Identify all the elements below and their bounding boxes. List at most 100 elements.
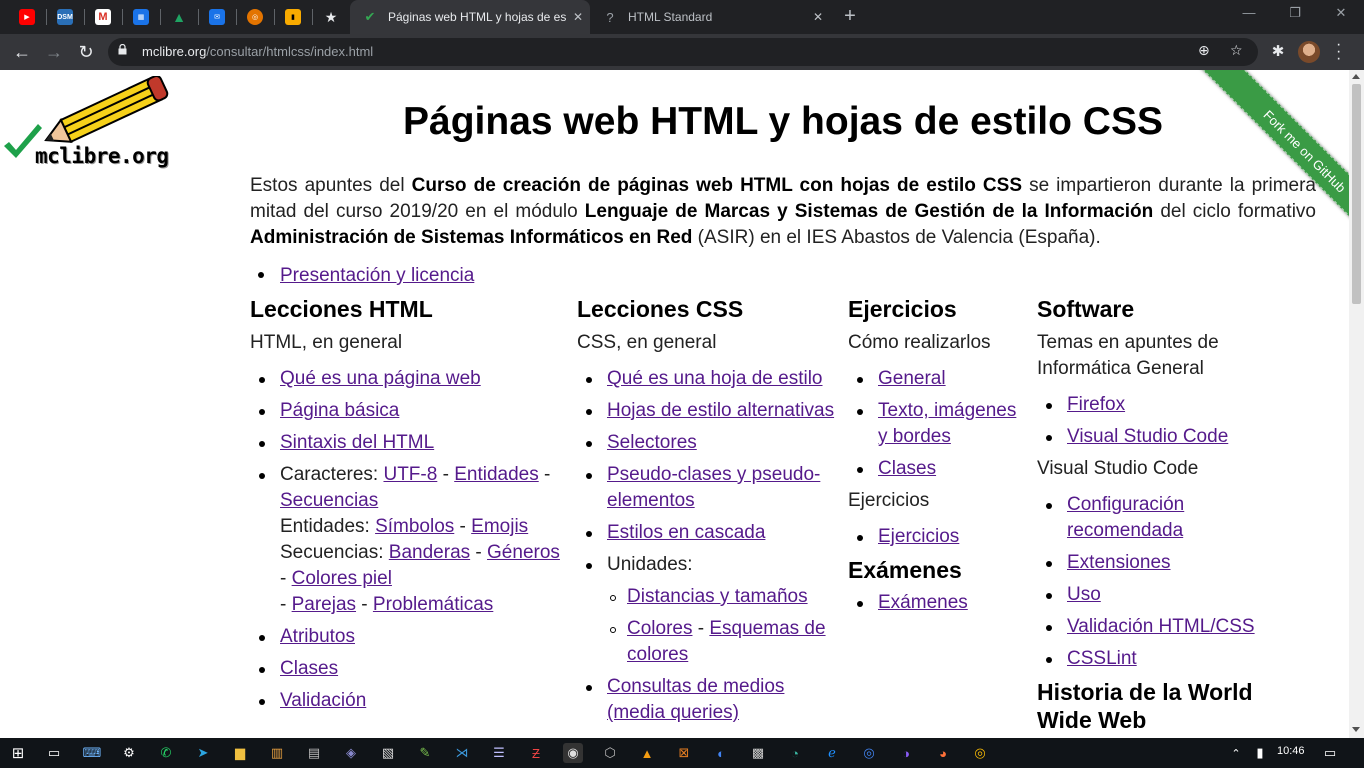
firefox-nightly-icon[interactable]: ◑ <box>896 743 916 763</box>
terminal-icon[interactable]: ▤ <box>304 743 324 763</box>
chrome-icon[interactable]: ◎ <box>859 743 879 763</box>
link-validacion[interactable]: Validación <box>280 690 366 711</box>
firefox-icon[interactable]: ◕ <box>933 743 953 763</box>
link-que-es-hoja-estilo[interactable]: Qué es una hoja de estilo <box>607 368 823 389</box>
internet-explorer-icon[interactable]: ℯ <box>822 743 842 763</box>
link-examenes[interactable]: Exámenes <box>878 592 968 613</box>
link-general[interactable]: General <box>878 368 946 389</box>
app-icon[interactable]: ◐ <box>711 743 731 763</box>
clock[interactable]: 10:46 <box>1277 745 1305 757</box>
filezilla-icon[interactable]: Ƶ <box>526 743 546 763</box>
link-texto-imagenes-bordes[interactable]: Texto, imágenes y bordes <box>878 400 1016 447</box>
microphone-icon[interactable]: ▮ <box>1250 743 1270 763</box>
pinned-tab-calendar[interactable]: ▦ <box>122 0 160 34</box>
pinned-tab-dsm[interactable]: DSM <box>46 0 84 34</box>
back-button[interactable]: ← <box>9 39 35 65</box>
link-selectores[interactable]: Selectores <box>607 432 697 453</box>
link-colores-piel[interactable]: Colores piel <box>292 568 392 589</box>
chrome-active-icon[interactable]: ◎ <box>970 743 990 763</box>
page-scrollbar[interactable] <box>1349 70 1364 738</box>
link-utf8[interactable]: UTF-8 <box>383 464 437 485</box>
vscode-icon[interactable]: ⋊ <box>452 743 472 763</box>
notifications-icon[interactable]: ▭ <box>1320 743 1340 763</box>
close-window-button[interactable]: ✕ <box>1318 5 1364 21</box>
tab-html-standard[interactable]: ? HTML Standard ✕ <box>590 0 830 34</box>
link-csslint[interactable]: CSSLint <box>1067 648 1137 669</box>
link-sintaxis-html[interactable]: Sintaxis del HTML <box>280 432 434 453</box>
forward-button[interactable]: → <box>41 39 67 65</box>
pinned-tab-gmail[interactable]: M <box>84 0 122 34</box>
link-configuracion[interactable]: Configuración recomendada <box>1067 494 1184 541</box>
link-distancias[interactable]: Distancias y tamaños <box>627 586 808 607</box>
telegram-icon[interactable]: ➤ <box>193 743 213 763</box>
pinned-tab-youtube[interactable]: ▶ <box>8 0 46 34</box>
zoom-icon[interactable]: ⊕ <box>1198 42 1210 59</box>
link-firefox[interactable]: Firefox <box>1067 394 1125 415</box>
link-clases-ejercicios[interactable]: Clases <box>878 458 936 479</box>
obs-icon[interactable]: ◉ <box>563 743 583 763</box>
link-presentacion[interactable]: Presentación y licencia <box>280 265 474 286</box>
editor-icon[interactable]: ✎ <box>415 743 435 763</box>
link-extensiones[interactable]: Extensiones <box>1067 552 1171 573</box>
controller-icon[interactable]: ◈ <box>341 743 361 763</box>
link-emojis[interactable]: Emojis <box>471 516 528 537</box>
pinned-tab-star[interactable]: ★ <box>312 0 350 34</box>
link-visual-studio-code[interactable]: Visual Studio Code <box>1067 426 1228 447</box>
chevron-up-icon[interactable]: ⌃ <box>1226 743 1246 763</box>
scrollbar-thumb[interactable] <box>1352 84 1361 304</box>
link-problematicas[interactable]: Problemáticas <box>373 594 493 615</box>
pinned-tab-mail[interactable]: ✉ <box>198 0 236 34</box>
list-item: Uso <box>1037 582 1297 608</box>
link-que-es-pagina-web[interactable]: Qué es una página web <box>280 368 481 389</box>
app-icon[interactable]: ▩ <box>748 743 768 763</box>
tab-paginas-web[interactable]: ✔ Páginas web HTML y hojas de est ✕ <box>350 0 590 34</box>
restore-button[interactable]: ❐ <box>1272 5 1318 21</box>
close-tab-icon[interactable]: ✕ <box>566 10 590 24</box>
vlc-icon[interactable]: ▲ <box>637 743 657 763</box>
scroll-up-arrow[interactable] <box>1352 74 1360 79</box>
pinned-tab-drive[interactable]: ▲ <box>160 0 198 34</box>
link-clases[interactable]: Clases <box>280 658 338 679</box>
link-entidades[interactable]: Entidades <box>454 464 539 485</box>
link-banderas[interactable]: Banderas <box>389 542 470 563</box>
reload-button[interactable]: ↻ <box>73 39 99 65</box>
link-parejas[interactable]: Parejas <box>292 594 356 615</box>
app-icon[interactable]: ☰ <box>489 743 509 763</box>
virtualbox-icon[interactable]: ⬡ <box>600 743 620 763</box>
link-secuencias[interactable]: Secuencias <box>280 490 378 511</box>
minimize-button[interactable]: — <box>1226 5 1272 20</box>
edge-icon[interactable]: ◔ <box>785 743 805 763</box>
link-pagina-basica[interactable]: Página básica <box>280 400 399 421</box>
browser-menu-icon[interactable]: · · · <box>1336 37 1341 67</box>
task-view-icon[interactable]: ▭ <box>44 743 64 763</box>
profile-avatar[interactable] <box>1298 41 1320 63</box>
address-bar[interactable]: mclibre.org/consultar/htmlcss/index.html… <box>108 38 1258 66</box>
notepad-icon[interactable]: ▧ <box>378 743 398 763</box>
extensions-puzzle-icon[interactable]: ✱ <box>1265 39 1291 65</box>
link-colores[interactable]: Colores <box>627 618 692 639</box>
windows-start-icon[interactable]: ⊞ <box>8 743 28 763</box>
link-generos[interactable]: Géneros <box>487 542 560 563</box>
link-media-queries[interactable]: Consultas de medios (media queries) <box>607 676 784 723</box>
keyboard-icon[interactable]: ⌨ <box>82 743 102 763</box>
pinned-tab-store[interactable]: ◎ <box>236 0 274 34</box>
link-validacion-html-css[interactable]: Validación HTML/CSS <box>1067 616 1255 637</box>
link-pseudo-clases[interactable]: Pseudo-clases y pseudo-elementos <box>607 464 820 511</box>
pinned-tab-bookmarks[interactable]: ▮ <box>274 0 312 34</box>
settings-icon[interactable]: ⚙ <box>119 743 139 763</box>
intro-text: Estos apuntes del <box>250 175 412 196</box>
link-atributos[interactable]: Atributos <box>280 626 355 647</box>
app-icon[interactable]: ⊠ <box>674 743 694 763</box>
link-uso[interactable]: Uso <box>1067 584 1101 605</box>
close-tab-icon[interactable]: ✕ <box>806 10 830 24</box>
file-explorer-icon[interactable]: ▆ <box>230 743 250 763</box>
link-simbolos[interactable]: Símbolos <box>375 516 454 537</box>
link-hojas-alternativas[interactable]: Hojas de estilo alternativas <box>607 400 834 421</box>
whatsapp-icon[interactable]: ✆ <box>156 743 176 763</box>
link-ejercicios[interactable]: Ejercicios <box>878 526 959 547</box>
new-tab-button[interactable]: + <box>838 5 862 29</box>
link-estilos-cascada[interactable]: Estilos en cascada <box>607 522 765 543</box>
scroll-down-arrow[interactable] <box>1352 727 1360 732</box>
app-icon[interactable]: ▥ <box>267 743 287 763</box>
bookmark-star-icon[interactable]: ☆ <box>1230 42 1243 59</box>
